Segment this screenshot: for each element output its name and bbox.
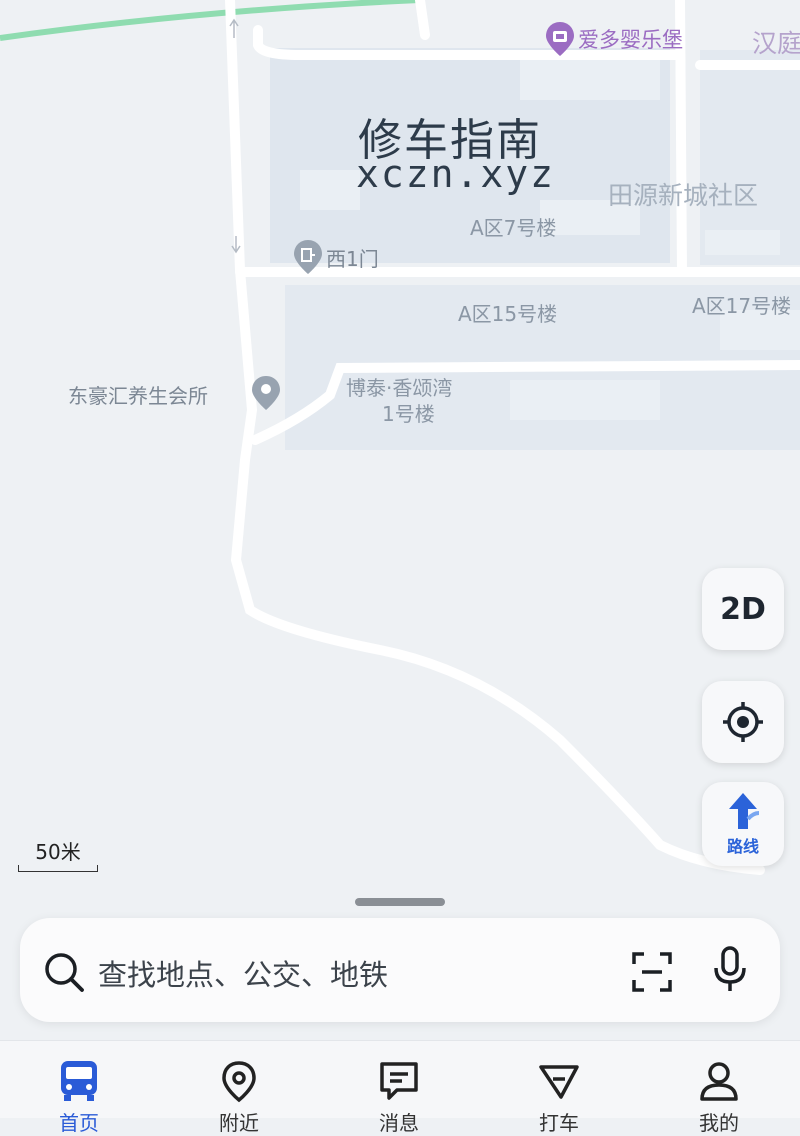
tab-nearby-label: 附近 — [219, 1111, 259, 1135]
area-label-community: 田源新城社区 — [608, 181, 759, 210]
gate-pin-icon[interactable] — [294, 240, 322, 278]
building-label-botai-number: 1号楼 — [382, 402, 435, 426]
search-input[interactable]: 查找地点、公交、地铁 — [98, 952, 388, 994]
bottom-tab-bar: 首页 附近 消息 打车 我的 — [0, 1040, 800, 1135]
poi-label-west-gate[interactable]: 西1门 — [326, 243, 379, 272]
bottom-sheet-handle[interactable] — [355, 898, 445, 906]
search-bar[interactable]: 查找地点、公交、地铁 — [20, 918, 780, 1022]
user-icon — [700, 1062, 738, 1101]
highway — [0, 0, 421, 41]
poi-label-hanting[interactable]: 汉庭 — [752, 24, 800, 60]
tab-home-label: 首页 — [59, 1111, 99, 1135]
map-mode-label: 2D — [720, 591, 766, 627]
tab-home[interactable]: 首页 — [34, 1059, 124, 1136]
map-mode-2d-button[interactable]: 2D — [702, 568, 784, 650]
map-scale: 50米 — [18, 836, 98, 872]
microphone-icon[interactable] — [712, 946, 748, 994]
scale-bar — [18, 865, 98, 872]
tab-messages-label: 消息 — [379, 1111, 419, 1135]
building-label-a7: A区7号楼 — [470, 216, 557, 240]
building-block — [300, 170, 360, 210]
tab-nearby[interactable]: 附近 — [194, 1059, 284, 1136]
chat-bubble-icon — [380, 1062, 418, 1100]
search-icon — [45, 953, 84, 992]
route-label: 路线 — [726, 837, 759, 856]
tab-mine[interactable]: 我的 — [674, 1059, 764, 1136]
tab-taxi-label: 打车 — [539, 1111, 579, 1135]
poi-label-toy-store[interactable]: 爱多婴乐堡 — [578, 24, 683, 54]
location-pin-outline-icon — [222, 1061, 256, 1103]
crosshair-icon — [723, 702, 763, 742]
scale-label: 50米 — [35, 840, 81, 864]
building-block — [520, 60, 660, 100]
building-label-a15: A区15号楼 — [458, 302, 558, 326]
tab-taxi[interactable]: 打车 — [514, 1059, 604, 1136]
route-button[interactable]: 路线 — [702, 782, 784, 866]
taxi-icon — [539, 1065, 579, 1099]
tab-mine-label: 我的 — [699, 1111, 739, 1135]
tab-messages[interactable]: 消息 — [354, 1059, 444, 1136]
building-block — [705, 230, 780, 255]
shop-pin-icon[interactable] — [546, 22, 574, 60]
watermark-subtitle: xczn.xyz — [356, 152, 556, 196]
poi-label-spa[interactable]: 东豪汇养生会所 — [68, 380, 208, 409]
location-pin-icon[interactable] — [252, 376, 280, 414]
building-block — [510, 380, 660, 420]
route-arrow-icon — [729, 793, 760, 829]
bus-icon — [61, 1061, 97, 1101]
building-label-botai: 博泰·香颂湾 — [346, 376, 453, 400]
my-location-button[interactable] — [702, 681, 784, 763]
building-label-a17: A区17号楼 — [692, 294, 792, 318]
scan-icon[interactable] — [630, 950, 674, 994]
